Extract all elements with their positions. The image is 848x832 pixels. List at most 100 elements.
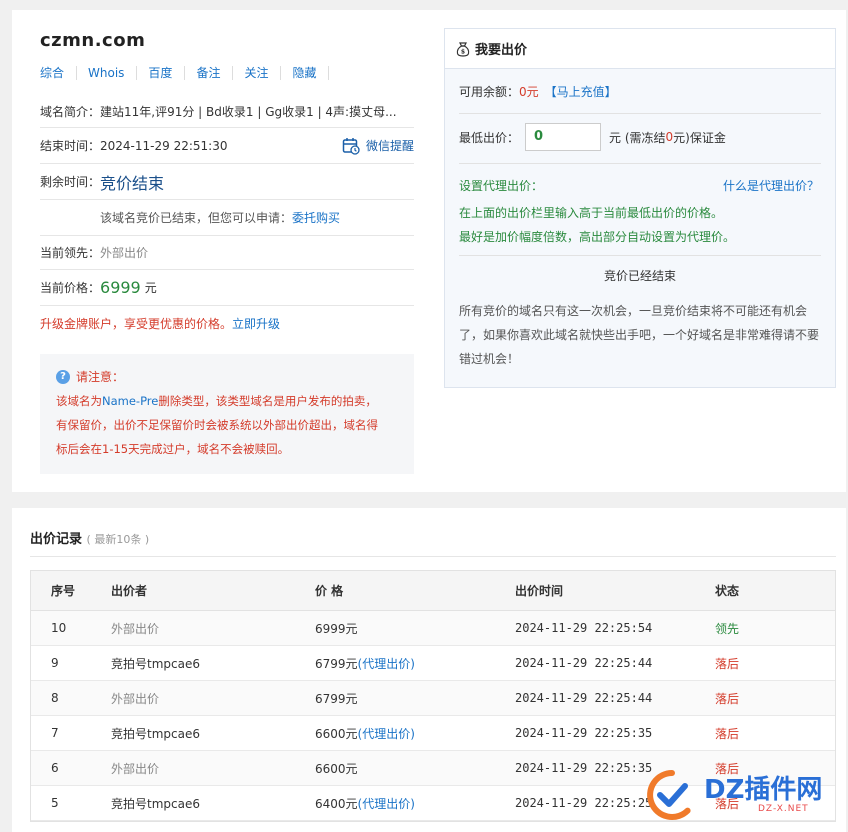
dz-logo-icon bbox=[647, 770, 691, 820]
remain-value: 竞价结束 bbox=[100, 173, 165, 193]
row-no: 5 bbox=[51, 796, 59, 810]
header-bidder: 出价者 bbox=[111, 584, 148, 598]
link-follow[interactable]: 关注 bbox=[244, 66, 282, 80]
divider bbox=[30, 556, 836, 557]
notice-line-1a: 该域名为 bbox=[56, 394, 102, 408]
proxy-bid-link[interactable]: (代理出价) bbox=[358, 727, 415, 741]
row-price: 6600元(代理出价) bbox=[295, 725, 495, 742]
end-time-row: 结束时间： 2024-11-29 22:51:30 微信提醒 bbox=[40, 128, 414, 164]
freeze-text-a: 元 (需冻结 bbox=[609, 130, 666, 145]
notice-line-1b: 删除类型，该类型域名是用户发布的拍卖， bbox=[158, 394, 377, 408]
ended-message: 该域名竞价已结束，但您可以申请： bbox=[100, 211, 293, 225]
row-time: 2024-11-29 22:25:35 bbox=[515, 726, 653, 740]
row-price-value: 6799元 bbox=[315, 656, 358, 671]
row-price-value: 6999元 bbox=[315, 621, 358, 636]
domain-card: czmn.com 综合 Whois 百度 备注 关注 隐藏 域名简介： 建站11… bbox=[12, 10, 846, 492]
domain-info: 域名简介： 建站11年,评91分 | Bd收录1 | Gg收录1 | 4声:摸丈… bbox=[40, 96, 414, 340]
row-no: 10 bbox=[51, 621, 67, 635]
header-no: 序号 bbox=[51, 584, 76, 598]
proxy-bid-link[interactable]: (代理出价) bbox=[358, 797, 415, 811]
price-label: 当前价格： bbox=[40, 281, 101, 295]
min-bid-line: 最低出价： 0 元 (需冻结 0 元)保证金 bbox=[459, 123, 726, 151]
recharge-link[interactable]: 【马上充值】 bbox=[545, 83, 617, 100]
min-bid-label: 最低出价： bbox=[459, 130, 520, 145]
header-status: 状态 bbox=[715, 584, 740, 598]
row-bidder: 外部出价 bbox=[111, 621, 160, 636]
notice-title-text: 请注意： bbox=[76, 370, 125, 384]
wechat-reminder-label: 微信提醒 bbox=[365, 139, 414, 153]
balance-value: 0元 bbox=[519, 85, 539, 99]
price-row: 当前价格： 6999 元 bbox=[40, 270, 414, 306]
notice-type-highlight: Name-Pre bbox=[102, 394, 159, 408]
leader-label: 当前领先： bbox=[40, 246, 101, 260]
row-time: 2024-11-29 22:25:54 bbox=[515, 621, 653, 635]
watermark: DZ插件网 DZ-X.NET bbox=[646, 764, 842, 826]
table-header: 序号 出价者 价 格 出价时间 状态 bbox=[31, 571, 835, 611]
end-time-value: 2024-11-29 22:51:30 bbox=[100, 138, 228, 153]
domain-title: czmn.com bbox=[40, 30, 146, 51]
row-bidder: 竞拍号tmpcae6 bbox=[111, 656, 200, 671]
bid-panel-header: $ 我要出价 bbox=[445, 29, 835, 69]
records-title: 出价记录 ( 最新10条 ) bbox=[30, 528, 149, 547]
table-row: 9 竞拍号tmpcae6 6799元(代理出价) 2024-11-29 22:2… bbox=[31, 646, 835, 681]
link-hide[interactable]: 隐藏 bbox=[292, 66, 330, 80]
header-price: 价 格 bbox=[315, 584, 344, 598]
notice-line-1: 该域名为Name-Pre删除类型，该类型域名是用户发布的拍卖， bbox=[56, 389, 398, 413]
proxy-label: 设置代理出价： bbox=[459, 179, 544, 193]
bid-panel-title: 我要出价 bbox=[475, 43, 528, 58]
domain-links: 综合 Whois 百度 备注 关注 隐藏 bbox=[40, 66, 340, 80]
row-price-value: 6799元 bbox=[315, 691, 358, 706]
row-price-value: 6400元 bbox=[315, 796, 358, 811]
balance-label: 可用余额： bbox=[459, 85, 520, 99]
row-no: 6 bbox=[51, 761, 59, 775]
table-row: 10 外部出价 6999元 2024-11-29 22:25:54 领先 bbox=[31, 611, 835, 646]
question-icon: ? bbox=[56, 369, 70, 384]
row-bidder: 竞拍号tmpcae6 bbox=[111, 726, 200, 741]
row-status: 落后 bbox=[715, 691, 740, 706]
row-bidder: 外部出价 bbox=[111, 691, 160, 706]
entrust-buy-link[interactable]: 委托购买 bbox=[292, 209, 340, 226]
upgrade-message: 升级金牌账户，享受更优惠的价格。 bbox=[40, 316, 233, 331]
remain-row: 剩余时间： 竞价结束 bbox=[40, 164, 414, 200]
price-value: 6999 bbox=[100, 278, 141, 297]
price-unit: 元 bbox=[144, 281, 157, 295]
notice-box: ? 请注意： 该域名为Name-Pre删除类型，该类型域名是用户发布的拍卖， 有… bbox=[40, 354, 414, 474]
end-time-label: 结束时间： bbox=[40, 139, 101, 153]
remain-label: 剩余时间： bbox=[40, 175, 101, 189]
svg-text:$: $ bbox=[461, 48, 465, 55]
bid-amount-input[interactable]: 0 bbox=[525, 123, 602, 151]
link-note[interactable]: 备注 bbox=[196, 66, 234, 80]
proxy-line-2: 最好是加价幅度倍数，高出部分自动设置为代理价。 bbox=[459, 230, 736, 244]
freeze-text-b: 元)保证金 bbox=[673, 130, 726, 145]
ended-row: 该域名竞价已结束，但您可以申请： 委托购买 bbox=[40, 200, 414, 236]
header-time: 出价时间 bbox=[515, 584, 564, 598]
upgrade-link[interactable]: 立即升级 bbox=[232, 315, 280, 332]
notice-line-3: 标后会在1-15天完成过户，域名不会被赎回。 bbox=[56, 442, 290, 456]
row-status: 落后 bbox=[715, 656, 740, 671]
proxy-bid-link[interactable]: (代理出价) bbox=[358, 657, 415, 671]
bid-ended-description: 所有竞价的域名只有这一次机会，一旦竞价结束将不可能还有机会了，如果你喜欢此域名就… bbox=[459, 304, 820, 366]
freeze-value: 0 bbox=[665, 130, 674, 144]
proxy-line-1: 在上面的出价栏里输入高于当前最低出价的价格。 bbox=[459, 206, 724, 220]
link-baidu[interactable]: 百度 bbox=[148, 66, 186, 80]
row-time: 2024-11-29 22:25:44 bbox=[515, 656, 653, 670]
divider bbox=[459, 255, 821, 256]
link-whois[interactable]: Whois bbox=[88, 66, 138, 80]
row-price: 6799元(代理出价) bbox=[295, 655, 495, 672]
row-status: 落后 bbox=[715, 726, 740, 741]
divider bbox=[459, 113, 821, 114]
balance-line: 可用余额： 0元 【马上充值】 bbox=[459, 83, 617, 100]
row-no: 8 bbox=[51, 691, 59, 705]
proxy-help-link[interactable]: 什么是代理出价？ bbox=[723, 177, 819, 194]
row-no: 7 bbox=[51, 726, 59, 740]
row-price-value: 6600元 bbox=[315, 726, 358, 741]
link-overview[interactable]: 综合 bbox=[40, 66, 78, 80]
watermark-main: DZ插件网 bbox=[704, 775, 823, 805]
notice-body: 该域名为Name-Pre删除类型，该类型域名是用户发布的拍卖， 有保留价，出价不… bbox=[56, 389, 398, 461]
wechat-reminder-button[interactable]: 微信提醒 bbox=[342, 137, 414, 155]
money-bag-icon: $ bbox=[456, 41, 470, 57]
row-bidder: 竞拍号tmpcae6 bbox=[111, 796, 200, 811]
row-price-value: 6600元 bbox=[315, 761, 358, 776]
upgrade-row: 升级金牌账户，享受更优惠的价格。 立即升级 bbox=[40, 306, 414, 340]
intro-label: 域名简介： bbox=[40, 105, 101, 119]
